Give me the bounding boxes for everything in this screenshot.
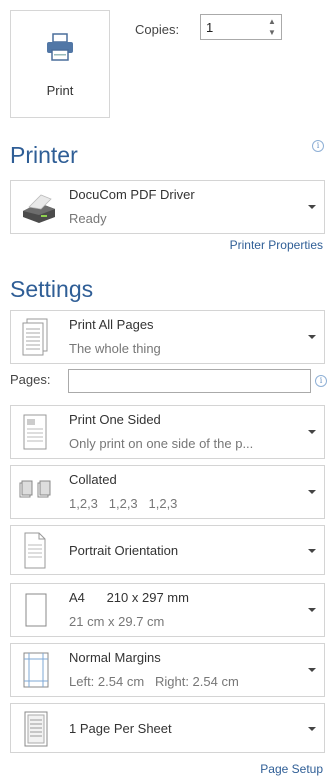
print-range-label: Print All Pages (69, 317, 154, 332)
sides-description: Only print on one side of the p... (69, 436, 254, 451)
pages-input[interactable] (69, 370, 310, 392)
spin-up-icon[interactable]: ▲ (267, 17, 277, 27)
orientation-dropdown[interactable]: Portrait Orientation (10, 525, 325, 575)
paper-size-dropdown[interactable]: A4 210 x 297 mm 21 cm x 29.7 cm (10, 583, 325, 637)
printer-section-title: Printer (10, 142, 78, 168)
margins-dropdown[interactable]: Normal Margins Left: 2.54 cm Right: 2.54… (10, 643, 325, 697)
paper-size-icon (19, 590, 51, 635)
paper-size-description: 21 cm x 29.7 cm (69, 614, 165, 629)
margins-label: Normal Margins (69, 650, 161, 665)
chevron-down-icon (308, 430, 316, 434)
settings-section-title: Settings (10, 276, 94, 302)
print-button[interactable]: Print (10, 10, 110, 118)
print-range-dropdown[interactable]: Print All Pages The whole thing (10, 310, 325, 364)
portrait-icon (19, 531, 51, 576)
pages-per-sheet-dropdown[interactable]: 1 Page Per Sheet (10, 703, 325, 753)
pages-label: Pages: (10, 372, 51, 387)
chevron-down-icon (308, 490, 316, 494)
copies-label: Copies: (135, 22, 180, 37)
print-button-label: Print (46, 83, 74, 98)
printer-icon (45, 33, 75, 66)
printer-info-icon[interactable]: i (312, 140, 324, 152)
printer-name: DocuCom PDF Driver (69, 187, 195, 202)
margins-icon (19, 650, 51, 695)
copies-input[interactable] (206, 18, 256, 36)
page-setup-link[interactable]: Page Setup (260, 762, 323, 776)
chevron-down-icon (308, 608, 316, 612)
collation-label: Collated (69, 472, 117, 487)
copies-spinner[interactable]: ▲ ▼ (200, 14, 282, 40)
printer-device-icon (19, 189, 59, 230)
pages-icon (19, 317, 51, 362)
pages-info-icon[interactable]: i (315, 375, 327, 387)
pages-per-sheet-icon (19, 709, 51, 754)
printer-properties-link[interactable]: Printer Properties (230, 238, 323, 252)
printer-dropdown[interactable]: DocuCom PDF Driver Ready (10, 180, 325, 234)
collation-dropdown[interactable]: Collated 1,2,3 1,2,3 1,2,3 (10, 465, 325, 519)
chevron-down-icon (308, 335, 316, 339)
sides-dropdown[interactable]: Print One Sided Only print on one side o… (10, 405, 325, 459)
pages-field[interactable] (68, 369, 311, 393)
collation-description: 1,2,3 1,2,3 1,2,3 (69, 496, 178, 511)
collated-icon (19, 478, 53, 507)
spin-down-icon[interactable]: ▼ (267, 28, 277, 38)
print-range-description: The whole thing (69, 341, 161, 356)
chevron-down-icon (308, 727, 316, 731)
printer-status: Ready (69, 211, 107, 226)
margins-description: Left: 2.54 cm Right: 2.54 cm (69, 674, 239, 689)
paper-size-label: A4 210 x 297 mm (69, 590, 189, 605)
sides-label: Print One Sided (69, 412, 161, 427)
one-sided-icon (19, 412, 51, 457)
chevron-down-icon (308, 205, 316, 209)
pages-per-sheet-label: 1 Page Per Sheet (69, 721, 172, 736)
chevron-down-icon (308, 549, 316, 553)
chevron-down-icon (308, 668, 316, 672)
orientation-label: Portrait Orientation (69, 543, 179, 558)
